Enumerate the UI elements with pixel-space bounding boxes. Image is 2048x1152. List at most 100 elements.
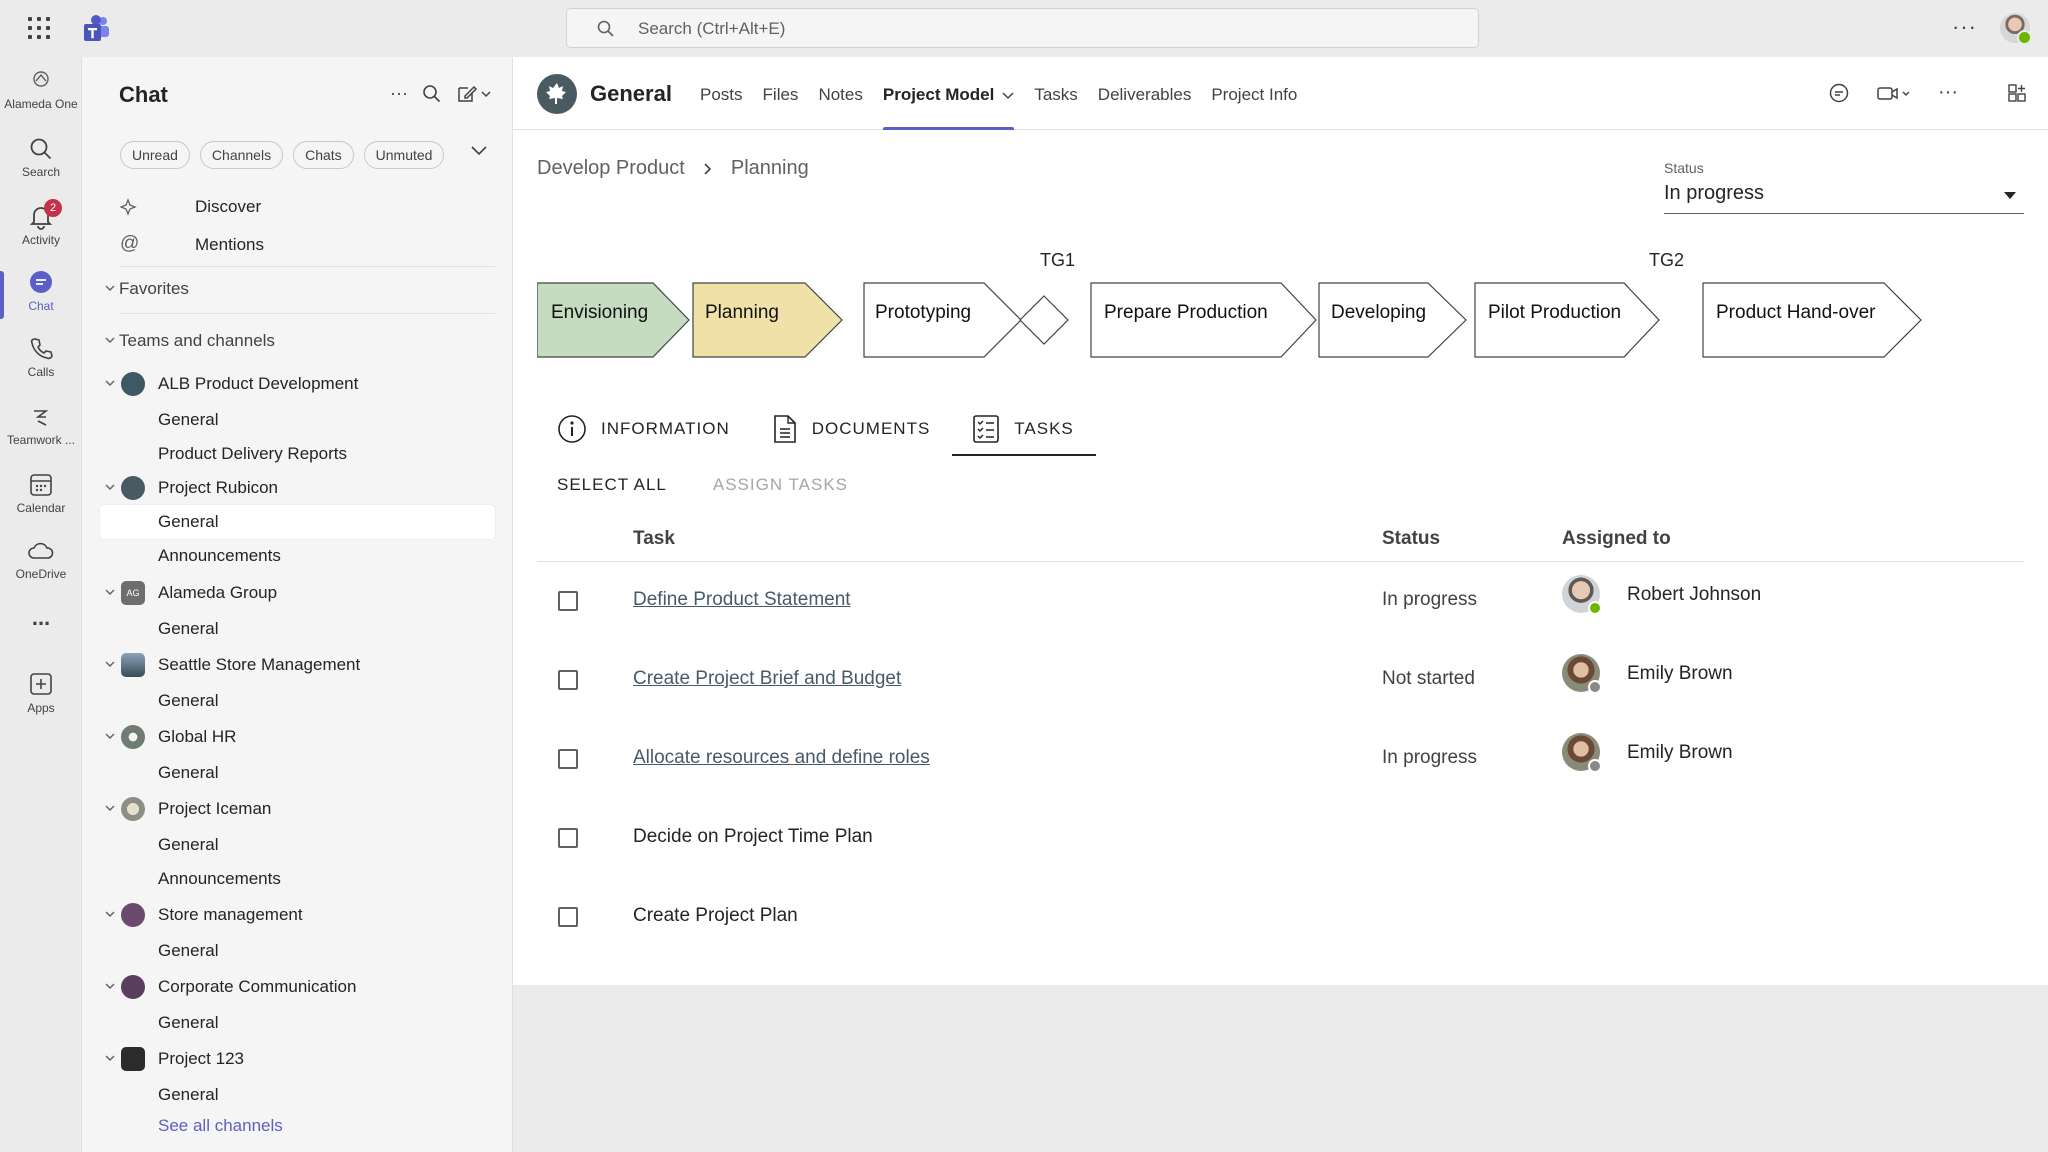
search-icon[interactable] [422,84,442,104]
tab-label: INFORMATION [601,419,730,438]
search-bar[interactable]: Search (Ctrl+Alt+E) [566,8,1479,48]
sparkle-icon [120,198,137,216]
favorites-header[interactable]: Favorites [82,272,512,306]
rail-search[interactable]: Search [0,135,82,179]
task-status: In progress [1382,589,1478,610]
chevron-down-icon[interactable] [470,145,488,157]
conversation-icon[interactable] [1828,82,1850,104]
channel-item-selected[interactable]: General [100,505,495,539]
channel-item[interactable]: General [82,934,512,968]
breadcrumb: Develop Product Planning [537,157,809,180]
status-value: In progress [1664,182,2024,214]
rail-label: Alameda One [4,97,78,111]
team-name: Project Rubicon [158,478,279,497]
task-link[interactable]: Define Product Statement [633,589,851,611]
channel-item[interactable]: General [82,1078,512,1112]
row-checkbox[interactable] [558,670,578,690]
channel-item[interactable]: General [82,1006,512,1040]
tab-files[interactable]: Files [753,57,809,130]
tab-tasks[interactable]: Tasks [1024,57,1087,130]
add-tab-icon[interactable] [2006,82,2028,104]
tab-posts[interactable]: Posts [690,57,753,130]
col-assigned: Assigned to [1562,528,1671,549]
channel-item[interactable]: General [82,403,512,437]
new-chat-icon[interactable] [456,84,492,104]
rail-apps[interactable]: Apps [0,671,82,715]
team-item[interactable]: Global HR [82,720,512,754]
filter-chats[interactable]: Chats [293,141,354,169]
tab-deliverables[interactable]: Deliverables [1088,57,1202,130]
task-link[interactable]: Allocate resources and define roles [633,747,930,769]
sidebar-title: Chat [119,82,168,107]
app-launcher-icon[interactable] [28,17,54,41]
channel-item[interactable]: General [82,828,512,862]
row-checkbox[interactable] [558,828,578,848]
more-options-icon[interactable]: ··· [390,83,408,104]
team-item[interactable]: ALB Product Development [82,367,512,401]
row-checkbox[interactable] [558,591,578,611]
team-name: ALB Product Development [158,374,359,393]
tab-label: TASKS [1014,419,1074,438]
channel-item[interactable]: General [82,756,512,790]
more-apps-icon[interactable]: ... [0,605,82,631]
row-checkbox[interactable] [558,749,578,769]
more-options-icon[interactable]: ··· [1952,14,1977,40]
chevron-down-icon[interactable] [1002,92,1014,100]
team-item[interactable]: AG Alameda Group [82,576,512,610]
rail-chat[interactable]: Chat [0,269,82,319]
filter-channels[interactable]: Channels [199,141,284,169]
channel-item[interactable]: Announcements [82,862,512,896]
team-item[interactable]: Project Rubicon [82,471,512,505]
teams-header[interactable]: Teams and channels [82,324,512,358]
tab-information[interactable]: INFORMATION [537,402,752,456]
rail-teamwork[interactable]: Teamwork ... [0,403,82,447]
team-item[interactable]: Corporate Communication [82,970,512,1004]
table-row: Create Project Plan [537,887,2024,966]
team-icon [121,797,145,821]
channel-name: Product Delivery Reports [158,444,347,463]
team-name: Alameda Group [158,583,278,602]
team-item[interactable]: Seattle Store Management [82,648,512,682]
rail-onedrive[interactable]: OneDrive [0,537,82,581]
task-link[interactable]: Create Project Brief and Budget [633,668,901,690]
video-call-icon[interactable] [1876,82,1912,104]
channel-item[interactable]: General [82,612,512,646]
stage-label: Developing [1331,302,1427,323]
rail-calendar[interactable]: Calendar [0,471,82,515]
rail-calls[interactable]: Calls [0,335,82,379]
divider [120,313,495,314]
rail-label: Chat [28,299,54,313]
team-item[interactable]: Store management [82,898,512,932]
more-options-icon[interactable]: ··· [1938,81,1958,104]
tab-tasks-active[interactable]: TASKS [952,402,1097,456]
rail-org[interactable]: Alameda One [0,67,82,111]
assign-tasks-button[interactable]: ASSIGN TASKS [713,475,848,495]
channel-item[interactable]: Announcements [82,539,512,573]
sidebar-item-mentions[interactable]: @ Mentions [82,228,512,262]
assignee-name: Robert Johnson [1627,584,1762,605]
gate-tg1-diamond[interactable] [1019,295,1069,345]
chevron-down-icon [105,733,115,739]
team-name: Seattle Store Management [158,655,361,674]
filter-unread[interactable]: Unread [120,141,190,169]
tab-project-model[interactable]: Project Model [873,57,1024,130]
channel-item[interactable]: Product Delivery Reports [82,437,512,471]
status-dropdown[interactable]: Status In progress [1664,160,2024,214]
filter-unmuted[interactable]: Unmuted [363,141,445,169]
see-all-channels-link[interactable]: See all channels [82,1109,512,1143]
tab-documents[interactable]: DOCUMENTS [752,402,953,456]
user-avatar[interactable] [2000,13,2032,45]
team-item[interactable]: Project 123 [82,1042,512,1076]
task-name: Decide on Project Time Plan [633,826,873,847]
assignee-name: Emily Brown [1627,742,1733,763]
channel-item[interactable]: General [82,684,512,718]
row-checkbox[interactable] [558,907,578,927]
sidebar-item-discover[interactable]: Discover [82,190,512,224]
tab-notes[interactable]: Notes [808,57,872,130]
rail-activity[interactable]: 2 Activity [0,199,82,247]
breadcrumb-item[interactable]: Develop Product [537,157,685,180]
channel-tabs: Posts Files Notes Project Model Tasks De… [690,57,1307,130]
team-item[interactable]: Project Iceman [82,792,512,826]
select-all-button[interactable]: SELECT ALL [557,475,667,495]
tab-project-info[interactable]: Project Info [1201,57,1307,130]
